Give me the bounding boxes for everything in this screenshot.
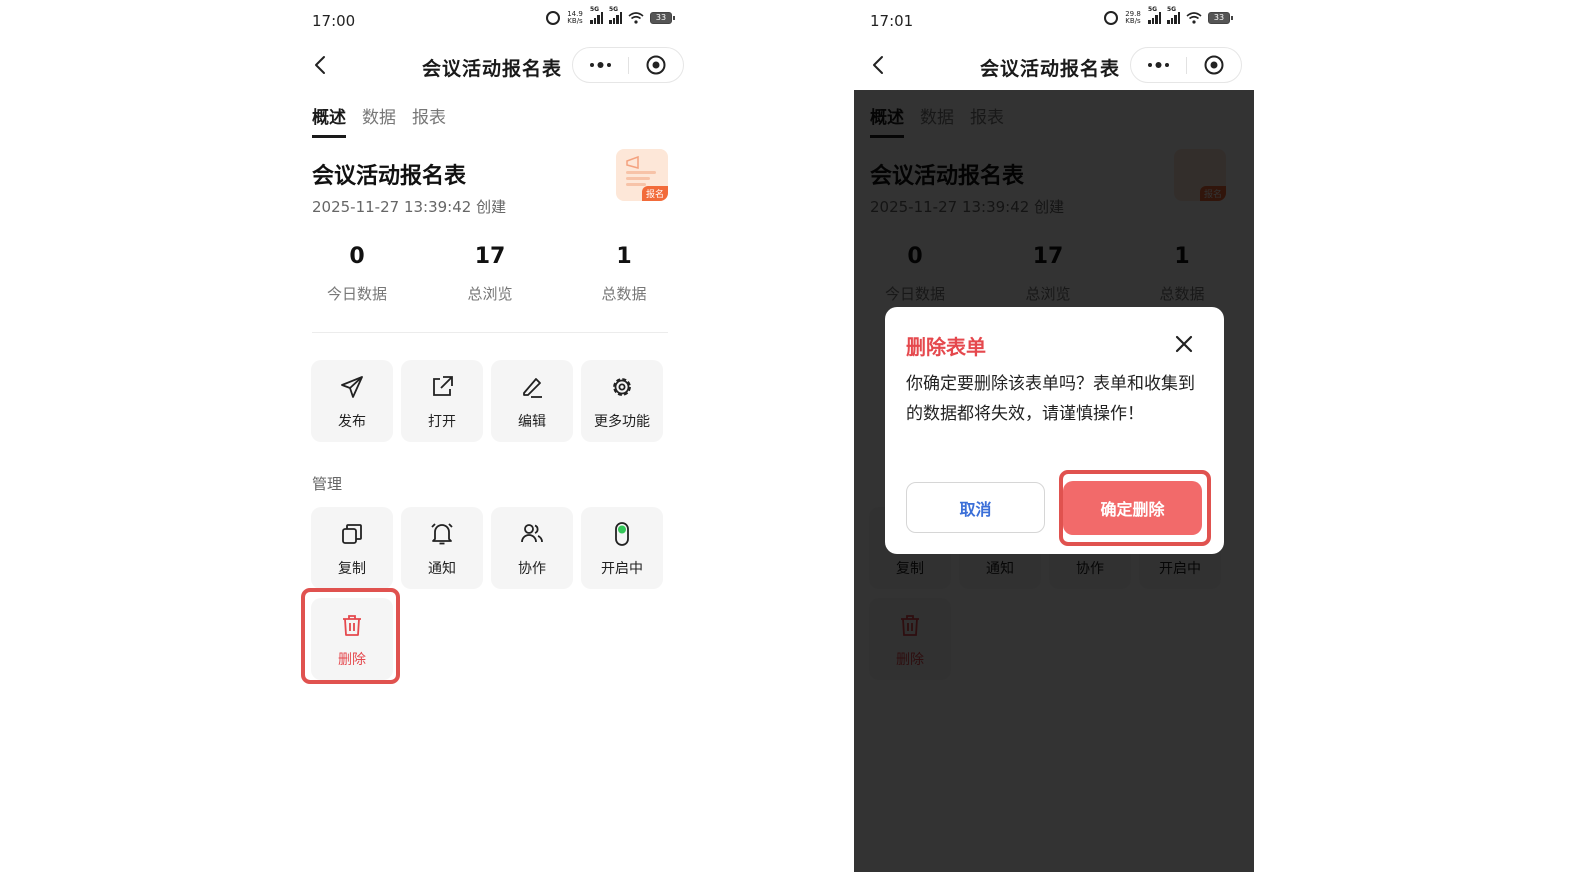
close-mini-program-icon[interactable]: [629, 48, 684, 82]
stat-value: 0: [349, 244, 365, 269]
stat-label: 总浏览: [467, 285, 513, 303]
stat-value: 1: [616, 244, 632, 269]
status-time: 17:01: [870, 12, 914, 30]
more-features-button[interactable]: 更多功能: [581, 360, 663, 442]
copy-icon: [342, 524, 362, 544]
network-speed: 14.9 KB/s: [567, 10, 583, 25]
manage-section-label: 管理: [312, 475, 343, 493]
tile-label: 打开: [428, 414, 456, 430]
tile-label: 协作: [518, 561, 546, 577]
edit-button[interactable]: 编辑: [491, 360, 573, 442]
gear-icon: [613, 378, 631, 396]
tab-overview[interactable]: 概述: [312, 103, 346, 138]
nav-bar: 会议活动报名表: [296, 40, 696, 90]
external-link-icon: [433, 376, 453, 396]
close-icon[interactable]: [1171, 331, 1197, 357]
back-icon[interactable]: [868, 54, 890, 76]
divider: [312, 332, 668, 333]
send-icon: [341, 376, 363, 398]
copy-button[interactable]: 复制: [311, 507, 393, 589]
tile-label: 复制: [338, 561, 366, 577]
back-icon[interactable]: [310, 54, 332, 76]
status-bar: 17:00 14.9 KB/s 5G 5G 33: [296, 0, 696, 40]
confirm-highlight-box: [1059, 470, 1211, 546]
bell-icon: [431, 523, 453, 545]
mini-program-capsule: [572, 47, 684, 83]
toggle-icon: [615, 522, 629, 546]
delete-highlight-box: [301, 588, 400, 684]
form-created-time: 2025-11-27 13:39:42 创建: [312, 198, 507, 216]
battery-icon: 33: [650, 12, 675, 24]
mini-program-capsule: [1130, 47, 1242, 83]
signal-icon: 5G: [1167, 6, 1180, 24]
publish-button[interactable]: 发布: [311, 360, 393, 442]
status-bar: 17:01 29.8 KB/s 5G 5G 33: [854, 0, 1254, 40]
enabled-toggle[interactable]: 开启中: [581, 507, 663, 589]
tile-label: 通知: [428, 561, 456, 577]
users-icon: [521, 524, 543, 543]
page-title: 会议活动报名表: [422, 58, 563, 80]
tab-bar: 概述 数据 报表: [312, 103, 446, 138]
status-icons: 14.9 KB/s 5G 5G 33: [546, 6, 675, 25]
dialog-title: 删除表单: [906, 335, 986, 359]
thumbnail-tag: 报名: [641, 186, 668, 201]
more-icon[interactable]: [573, 48, 628, 82]
stat-today: 0 今日数据: [302, 244, 412, 304]
notify-button[interactable]: 通知: [401, 507, 483, 589]
network-speed: 29.8 KB/s: [1125, 10, 1141, 25]
stat-total-data: 1 总数据: [569, 244, 679, 304]
stat-value: 17: [474, 244, 506, 269]
close-mini-program-icon[interactable]: [1187, 48, 1242, 82]
alarm-icon: [546, 11, 560, 25]
phone-screen-overview: 17:00 14.9 KB/s 5G 5G 33 会议活动报名表 概述 数据 报…: [296, 0, 696, 872]
stat-total-views: 17 总浏览: [435, 244, 545, 304]
page-title: 会议活动报名表: [980, 58, 1121, 80]
dialog-message: 你确定要删除该表单吗？表单和收集到的数据都将失效，请谨慎操作！: [906, 374, 1195, 424]
wifi-icon: [628, 12, 644, 24]
battery-icon: 33: [1208, 12, 1233, 24]
signal-icon: 5G: [609, 6, 622, 24]
tile-label: 发布: [338, 414, 366, 430]
tile-label: 更多功能: [594, 414, 650, 430]
status-icons: 29.8 KB/s 5G 5G 33: [1104, 6, 1233, 25]
alarm-icon: [1104, 11, 1118, 25]
tab-data[interactable]: 数据: [362, 103, 396, 138]
open-button[interactable]: 打开: [401, 360, 483, 442]
status-time: 17:00: [312, 12, 356, 30]
form-title: 会议活动报名表: [312, 164, 467, 189]
pencil-icon: [523, 378, 542, 398]
stat-label: 今日数据: [326, 285, 387, 303]
tile-label: 编辑: [518, 414, 546, 430]
nav-bar: 会议活动报名表: [854, 40, 1254, 90]
more-icon[interactable]: [1131, 48, 1186, 82]
form-thumbnail: 报名: [616, 149, 668, 201]
tile-label: 开启中: [601, 561, 643, 577]
signal-icon: 5G: [590, 6, 603, 24]
signal-icon: 5G: [1148, 6, 1161, 24]
wifi-icon: [1186, 12, 1202, 24]
cancel-button[interactable]: 取消: [906, 482, 1045, 533]
phone-screen-delete-dialog: 17:01 29.8 KB/s 5G 5G 33 会议活动报名表 概述 数据 报…: [854, 0, 1254, 872]
collaborate-button[interactable]: 协作: [491, 507, 573, 589]
tab-report[interactable]: 报表: [412, 103, 446, 138]
stat-label: 总数据: [601, 285, 647, 303]
